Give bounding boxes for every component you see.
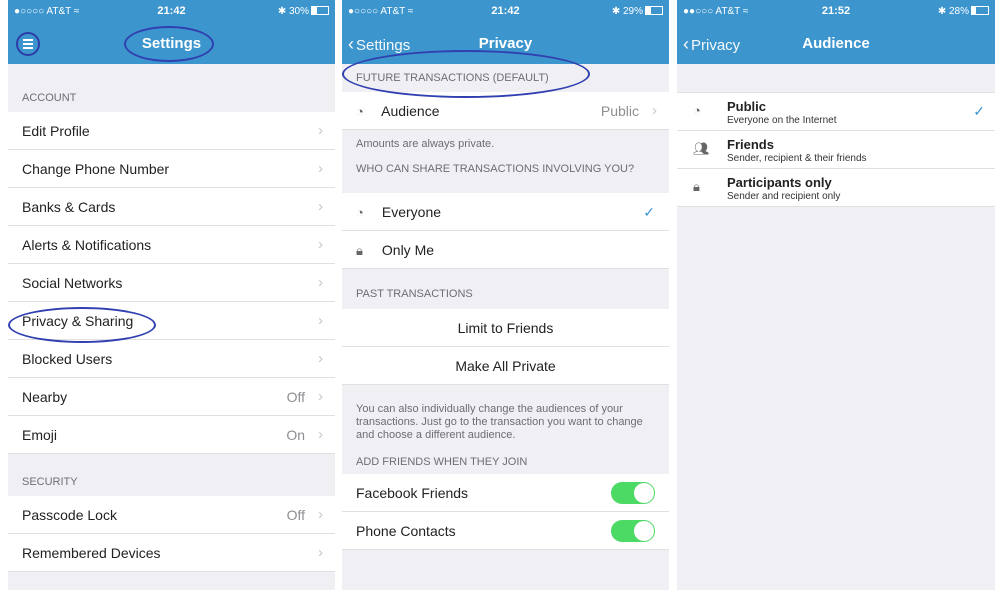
battery: ✱ 30% bbox=[278, 6, 329, 17]
settings-item[interactable]: Blocked Users › bbox=[8, 340, 335, 378]
settings-item[interactable]: Privacy & Sharing › bbox=[8, 302, 335, 340]
chevron-right-icon: › bbox=[318, 544, 323, 561]
battery: ✱ 29% bbox=[612, 6, 663, 17]
status-bar: ●○○○○ AT&T ≈ 21:42 ✱ 30% bbox=[8, 0, 335, 24]
facebook-friends-row: Facebook Friends bbox=[342, 474, 669, 512]
section-header-future: FUTURE TRANSACTIONS (DEFAULT) bbox=[356, 72, 549, 84]
option-everyone[interactable]: ◔ Everyone ✓ bbox=[342, 193, 669, 231]
settings-item-label: Alerts & Notifications bbox=[22, 237, 152, 253]
individual-note: You can also individually change the aud… bbox=[356, 403, 643, 441]
settings-item[interactable]: Change Phone Number › bbox=[8, 150, 335, 188]
settings-item-value: Off bbox=[286, 507, 305, 523]
people-icon: 👥︎ bbox=[693, 141, 710, 156]
audience-screen: ●●○○○ AT&T ≈ 21:52 ✱ 28% ‹ Privacy Audien… bbox=[677, 0, 995, 590]
section-header-add-friends: ADD FRIENDS WHEN THEY JOIN bbox=[356, 456, 528, 468]
chevron-right-icon: › bbox=[318, 122, 323, 139]
chevron-right-icon: › bbox=[318, 312, 323, 329]
checkmark-icon: ✓ bbox=[973, 103, 985, 119]
settings-item-label: Remembered Devices bbox=[22, 545, 161, 561]
settings-item[interactable]: Nearby Off › bbox=[8, 378, 335, 416]
audience-option[interactable]: 🔒︎ Participants only Sender and recipient … bbox=[677, 169, 995, 207]
section-header-security: SECURITY bbox=[22, 476, 78, 488]
settings-item-label: Privacy & Sharing bbox=[22, 313, 134, 329]
audience-option-title: Public bbox=[727, 99, 767, 114]
phone-contacts-row: Phone Contacts bbox=[342, 512, 669, 550]
audience-option-desc: Everyone on the Internet bbox=[727, 115, 837, 126]
chevron-right-icon: › bbox=[318, 426, 323, 443]
chevron-right-icon: › bbox=[318, 274, 323, 291]
settings-item-value: Off bbox=[286, 389, 305, 405]
page-title: Privacy bbox=[478, 35, 533, 52]
nav-bar: Settings bbox=[8, 24, 335, 64]
battery: ✱ 28% bbox=[938, 6, 989, 17]
lock-icon: 🔒︎ bbox=[693, 179, 700, 194]
make-all-private-button[interactable]: Make All Private bbox=[342, 347, 669, 385]
globe-icon: ◔ bbox=[356, 104, 364, 119]
settings-item-label: Change Phone Number bbox=[22, 161, 170, 177]
settings-item-label: Nearby bbox=[22, 389, 68, 405]
settings-item-value: On bbox=[286, 427, 305, 443]
settings-item-label: Edit Profile bbox=[22, 123, 90, 139]
settings-item[interactable]: Emoji On › bbox=[8, 416, 335, 454]
chevron-right-icon: › bbox=[318, 236, 323, 253]
status-bar: ●●○○○ AT&T ≈ 21:52 ✱ 28% bbox=[677, 0, 995, 24]
audience-value: Public bbox=[600, 103, 639, 119]
section-header-account: ACCOUNT bbox=[22, 92, 77, 104]
section-header-share: WHO CAN SHARE TRANSACTIONS INVOLVING YOU… bbox=[356, 163, 635, 175]
section-header-past: PAST TRANSACTIONS bbox=[356, 288, 473, 300]
settings-item[interactable]: Alerts & Notifications › bbox=[8, 226, 335, 264]
audience-option[interactable]: ◔ Public Everyone on the Internet ✓ bbox=[677, 93, 995, 131]
chevron-right-icon: › bbox=[318, 506, 323, 523]
audience-option-title: Participants only bbox=[727, 175, 832, 190]
limit-to-friends-button[interactable]: Limit to Friends bbox=[342, 309, 669, 347]
audience-option[interactable]: 👥︎ Friends Sender, recipient & their frien… bbox=[677, 131, 995, 169]
globe-icon: ◔ bbox=[693, 103, 701, 118]
nav-bar: ‹ Settings Privacy bbox=[342, 24, 669, 64]
settings-item-label: Blocked Users bbox=[22, 351, 113, 367]
checkmark-icon: ✓ bbox=[643, 204, 655, 220]
audience-option-desc: Sender and recipient only bbox=[727, 191, 841, 202]
settings-item[interactable]: Passcode Lock Off › bbox=[8, 496, 335, 534]
chevron-right-icon: › bbox=[318, 350, 323, 367]
chevron-right-icon: › bbox=[318, 388, 323, 405]
globe-icon: ◔ bbox=[356, 205, 364, 220]
page-title: Settings bbox=[141, 35, 202, 52]
facebook-friends-toggle[interactable] bbox=[611, 482, 655, 504]
settings-item-label: Banks & Cards bbox=[22, 199, 116, 215]
phone-contacts-toggle[interactable] bbox=[611, 520, 655, 542]
privacy-screen: ●○○○○ AT&T ≈ 21:42 ✱ 29% ‹ Settings Priva… bbox=[342, 0, 669, 590]
settings-screen: ●○○○○ AT&T ≈ 21:42 ✱ 30% Settings ACCOUN… bbox=[8, 0, 335, 590]
page-title: Audience bbox=[802, 35, 870, 52]
audience-row[interactable]: ◔ Audience Public › bbox=[342, 92, 669, 130]
settings-item-label: Social Networks bbox=[22, 275, 123, 291]
settings-item[interactable]: Banks & Cards › bbox=[8, 188, 335, 226]
settings-item-label: Emoji bbox=[22, 427, 58, 443]
settings-item[interactable]: Edit Profile › bbox=[8, 112, 335, 150]
settings-item[interactable]: Remembered Devices › bbox=[8, 534, 335, 572]
status-bar: ●○○○○ AT&T ≈ 21:42 ✱ 29% bbox=[342, 0, 669, 24]
lock-icon: 🔒︎ bbox=[356, 243, 363, 258]
chevron-right-icon: › bbox=[652, 102, 657, 119]
chevron-right-icon: › bbox=[318, 198, 323, 215]
amounts-note: Amounts are always private. bbox=[356, 138, 495, 150]
audience-option-title: Friends bbox=[727, 137, 774, 152]
audience-option-desc: Sender, recipient & their friends bbox=[727, 153, 867, 164]
nav-bar: ‹ Privacy Audience bbox=[677, 24, 995, 64]
settings-item[interactable]: Social Networks › bbox=[8, 264, 335, 302]
chevron-right-icon: › bbox=[318, 160, 323, 177]
settings-item-label: Passcode Lock bbox=[22, 507, 117, 523]
option-only-me[interactable]: 🔒︎ Only Me bbox=[342, 231, 669, 269]
